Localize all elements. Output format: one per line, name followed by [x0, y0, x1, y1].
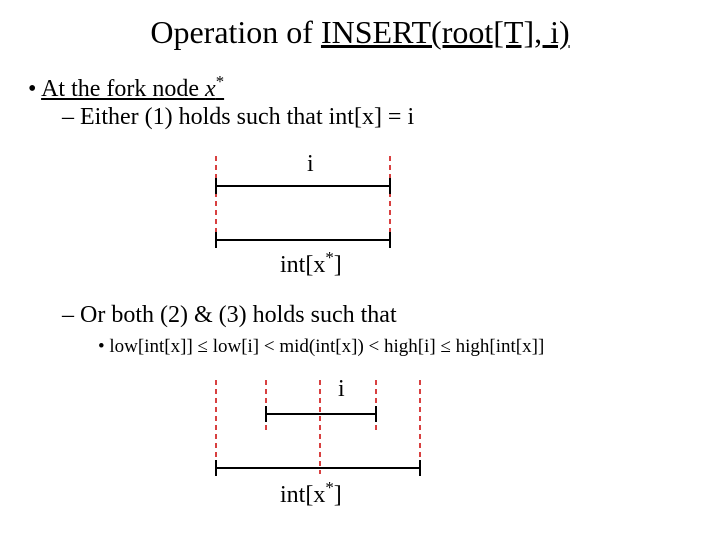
subbullet-or-detail: • low[int[x]] ≤ low[i] < mid(int[x]) < h…	[98, 336, 544, 358]
subbullet-either: – Either (1) holds such that int[x] = i	[62, 104, 414, 131]
bullet-fork-node: • At the fork node x*	[28, 72, 224, 103]
title-prefix: Operation of	[150, 14, 321, 50]
diagram1-label-i: i	[307, 151, 314, 178]
title-underlined: INSERT(root[T], i)	[321, 14, 570, 50]
bullet1-star: *	[216, 72, 224, 91]
bullet1-x: x	[205, 76, 216, 102]
diagram2-label-i: i	[338, 376, 345, 403]
diagram1-label-intx: int[x*]	[280, 248, 342, 279]
bullet1-prefix: At the fork node	[41, 76, 205, 102]
slide-title: Operation of INSERT(root[T], i)	[0, 0, 720, 51]
diagram2-label-intx: int[x*]	[280, 478, 342, 509]
subbullet-or: – Or both (2) & (3) holds such that	[62, 302, 397, 329]
